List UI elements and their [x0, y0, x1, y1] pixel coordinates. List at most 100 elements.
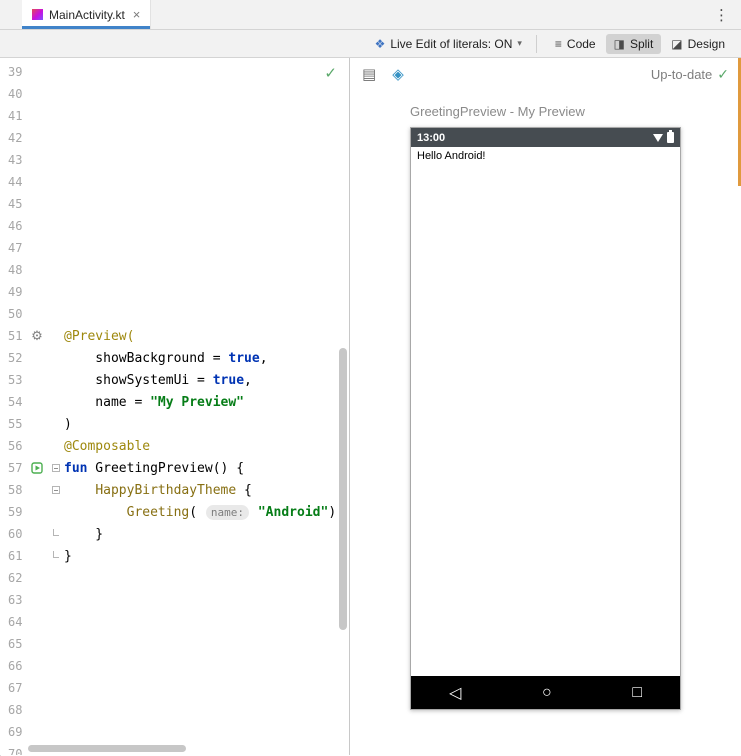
editor-line[interactable]: 57fun GreetingPreview() { — [0, 457, 349, 479]
code-text: showBackground = true, — [64, 351, 268, 366]
mode-design-button[interactable]: ◪ Design — [663, 34, 733, 54]
editor-line[interactable]: 64 — [0, 611, 349, 633]
tab-mainactivity[interactable]: MainActivity.kt × — [22, 0, 151, 29]
editor-line[interactable]: 43 — [0, 149, 349, 171]
line-number: 42 — [0, 131, 26, 145]
gear-icon[interactable]: ⚙ — [26, 328, 48, 344]
editor-line[interactable]: 46 — [0, 215, 349, 237]
close-icon[interactable]: × — [133, 7, 141, 22]
line-number: 41 — [0, 109, 26, 123]
editor-line[interactable]: 65 — [0, 633, 349, 655]
line-number: 62 — [0, 571, 26, 585]
preview-toolbar: ▤ ◈ Up-to-date ✓ — [350, 58, 741, 90]
fold-end-marker — [53, 529, 59, 536]
live-edit-label: Live Edit of literals: ON — [390, 37, 512, 51]
live-edit-dropdown[interactable]: ❖ Live Edit of literals: ON ▾ — [371, 35, 526, 53]
editor-line[interactable]: 42 — [0, 127, 349, 149]
run-preview-icon[interactable] — [26, 462, 48, 474]
line-number: 54 — [0, 395, 26, 409]
code-text: HappyBirthdayTheme { — [64, 483, 252, 498]
code-text: } — [64, 549, 72, 564]
editor-tab-bar: MainActivity.kt × ⋮ — [0, 0, 741, 30]
editor-line[interactable]: 66 — [0, 655, 349, 677]
line-number: 59 — [0, 505, 26, 519]
editor-line[interactable]: 63 — [0, 589, 349, 611]
editor-line[interactable]: 55) — [0, 413, 349, 435]
editor-line[interactable]: 68 — [0, 699, 349, 721]
line-number: 47 — [0, 241, 26, 255]
line-number: 48 — [0, 263, 26, 277]
editor-line[interactable]: 39 — [0, 61, 349, 83]
editor-line[interactable]: 59 Greeting( name: "Android") — [0, 501, 349, 523]
build-status: Up-to-date ✓ — [651, 66, 729, 83]
code-text: Greeting( name: "Android") — [64, 505, 336, 520]
mode-code-button[interactable]: ≡Code — [547, 34, 604, 54]
code-editor[interactable]: 39404142434445464748495051⚙@Preview(52 s… — [0, 58, 349, 755]
editor-line[interactable]: 47 — [0, 237, 349, 259]
editor-line[interactable]: 52 showBackground = true, — [0, 347, 349, 369]
code-text: } — [64, 527, 103, 542]
uptodate-check-icon: ✓ — [717, 66, 729, 83]
editor-line[interactable]: 41 — [0, 105, 349, 127]
line-number: 66 — [0, 659, 26, 673]
code-text: @Preview( — [64, 329, 134, 344]
editor-line[interactable]: 56@Composable — [0, 435, 349, 457]
status-icons — [653, 132, 674, 143]
line-number: 67 — [0, 681, 26, 695]
layers-icon[interactable]: ◈ — [392, 65, 404, 83]
code-text: showSystemUi = true, — [64, 373, 252, 388]
toolbar-separator — [536, 35, 537, 53]
wifi-icon — [653, 134, 663, 142]
mode-design-label: Design — [688, 37, 725, 51]
vertical-scrollbar[interactable] — [339, 348, 347, 630]
code-text: fun GreetingPreview() { — [64, 461, 244, 476]
line-number: 64 — [0, 615, 26, 629]
uptodate-label: Up-to-date — [651, 67, 712, 82]
line-number: 45 — [0, 197, 26, 211]
editor-line[interactable]: 40 — [0, 83, 349, 105]
editor-line[interactable]: 51⚙@Preview( — [0, 325, 349, 347]
kebab-menu-icon[interactable]: ⋮ — [702, 6, 741, 24]
fold-marker-icon[interactable] — [52, 486, 60, 494]
code-text: ) — [64, 417, 72, 432]
editor-line[interactable]: 67 — [0, 677, 349, 699]
recents-icon[interactable]: □ — [632, 684, 642, 702]
editor-line[interactable]: 44 — [0, 171, 349, 193]
code-text: @Composable — [64, 439, 150, 454]
editor-line[interactable]: 61} — [0, 545, 349, 567]
editor-line[interactable]: 54 name = "My Preview" — [0, 391, 349, 413]
line-number: 53 — [0, 373, 26, 387]
line-number: 44 — [0, 175, 26, 189]
line-number: 58 — [0, 483, 26, 497]
editor-line[interactable]: 49 — [0, 281, 349, 303]
editor-lines: 39404142434445464748495051⚙@Preview(52 s… — [0, 61, 349, 755]
hello-text: Hello Android! — [417, 150, 486, 162]
status-time: 13:00 — [417, 132, 445, 144]
horizontal-scrollbar[interactable] — [28, 745, 186, 752]
preview-display-icon[interactable]: ▤ — [362, 65, 376, 83]
editor-line[interactable]: 60 } — [0, 523, 349, 545]
line-number: 61 — [0, 549, 26, 563]
preview-title[interactable]: GreetingPreview - My Preview — [410, 104, 681, 119]
phone-preview[interactable]: 13:00 Hello Android! ◁ ○ □ — [410, 127, 681, 710]
editor-line[interactable]: 62 — [0, 567, 349, 589]
main-content: 39404142434445464748495051⚙@Preview(52 s… — [0, 58, 741, 755]
code-text: name = "My Preview" — [64, 395, 244, 410]
editor-line[interactable]: 45 — [0, 193, 349, 215]
design-icon: ◪ — [671, 37, 682, 51]
line-number: 65 — [0, 637, 26, 651]
inspection-ok-icon: ✓ — [324, 64, 337, 82]
editor-line[interactable]: 50 — [0, 303, 349, 325]
editor-line[interactable]: 48 — [0, 259, 349, 281]
editor-line[interactable]: 53 showSystemUi = true, — [0, 369, 349, 391]
line-number: 70 — [0, 747, 26, 755]
back-icon[interactable]: ◁ — [449, 683, 461, 703]
chevron-down-icon: ▾ — [517, 38, 522, 49]
code-icon: ≡ — [555, 37, 562, 51]
fold-marker-icon[interactable] — [52, 464, 60, 472]
home-icon[interactable]: ○ — [542, 684, 552, 702]
editor-mode-switcher: ≡Code◨Split ◪ Design — [547, 34, 733, 54]
editor-line[interactable]: 69 — [0, 721, 349, 743]
mode-split-button[interactable]: ◨Split — [606, 34, 662, 54]
editor-line[interactable]: 58 HappyBirthdayTheme { — [0, 479, 349, 501]
